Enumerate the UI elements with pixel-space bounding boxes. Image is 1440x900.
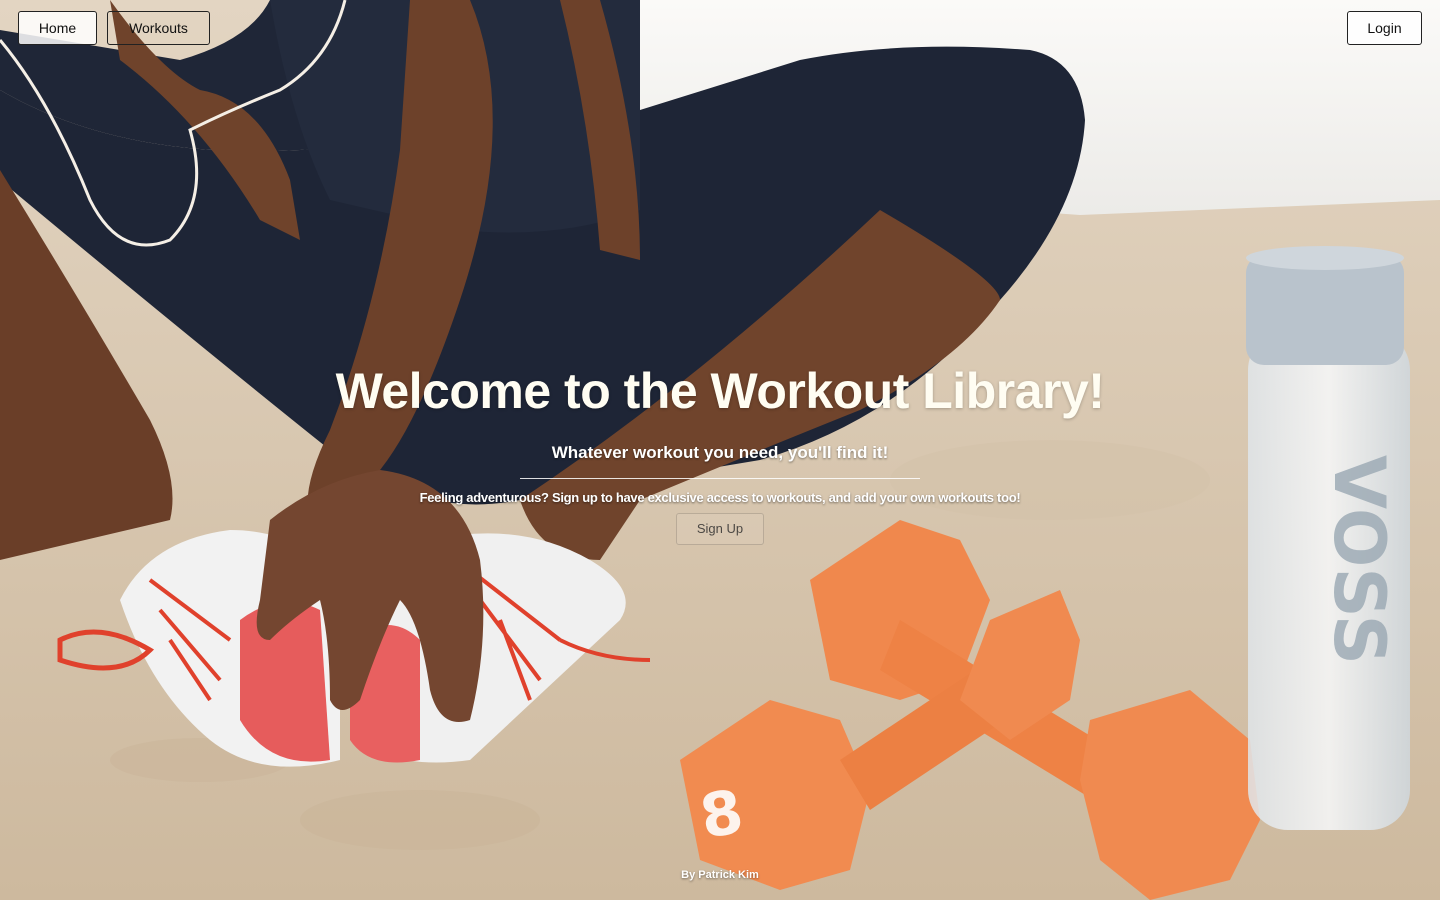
- nav-home-button[interactable]: Home: [18, 11, 97, 45]
- hero-title: Welcome to the Workout Library!: [335, 363, 1105, 419]
- signup-button[interactable]: Sign Up: [676, 513, 764, 545]
- nav-workouts-label: Workouts: [129, 20, 188, 36]
- landing-page: 8 VOSS Home Workouts Login Welcome to th…: [0, 0, 1440, 900]
- hero-section: Welcome to the Workout Library! Whatever…: [0, 360, 1440, 545]
- nav-workouts-button[interactable]: Workouts: [107, 11, 210, 45]
- signup-label: Sign Up: [696, 521, 744, 536]
- nav-login-label: Login: [1367, 20, 1402, 36]
- nav-home-label: Home: [38, 20, 77, 36]
- author-credit: By Patrick Kim: [681, 869, 759, 881]
- hero-subtitle: Whatever workout you need, you'll find i…: [551, 443, 889, 462]
- nav-login-button[interactable]: Login: [1347, 11, 1422, 45]
- hero-divider: [520, 478, 920, 479]
- hero-description: Feeling adventurous? Sign up to have exc…: [419, 490, 1021, 505]
